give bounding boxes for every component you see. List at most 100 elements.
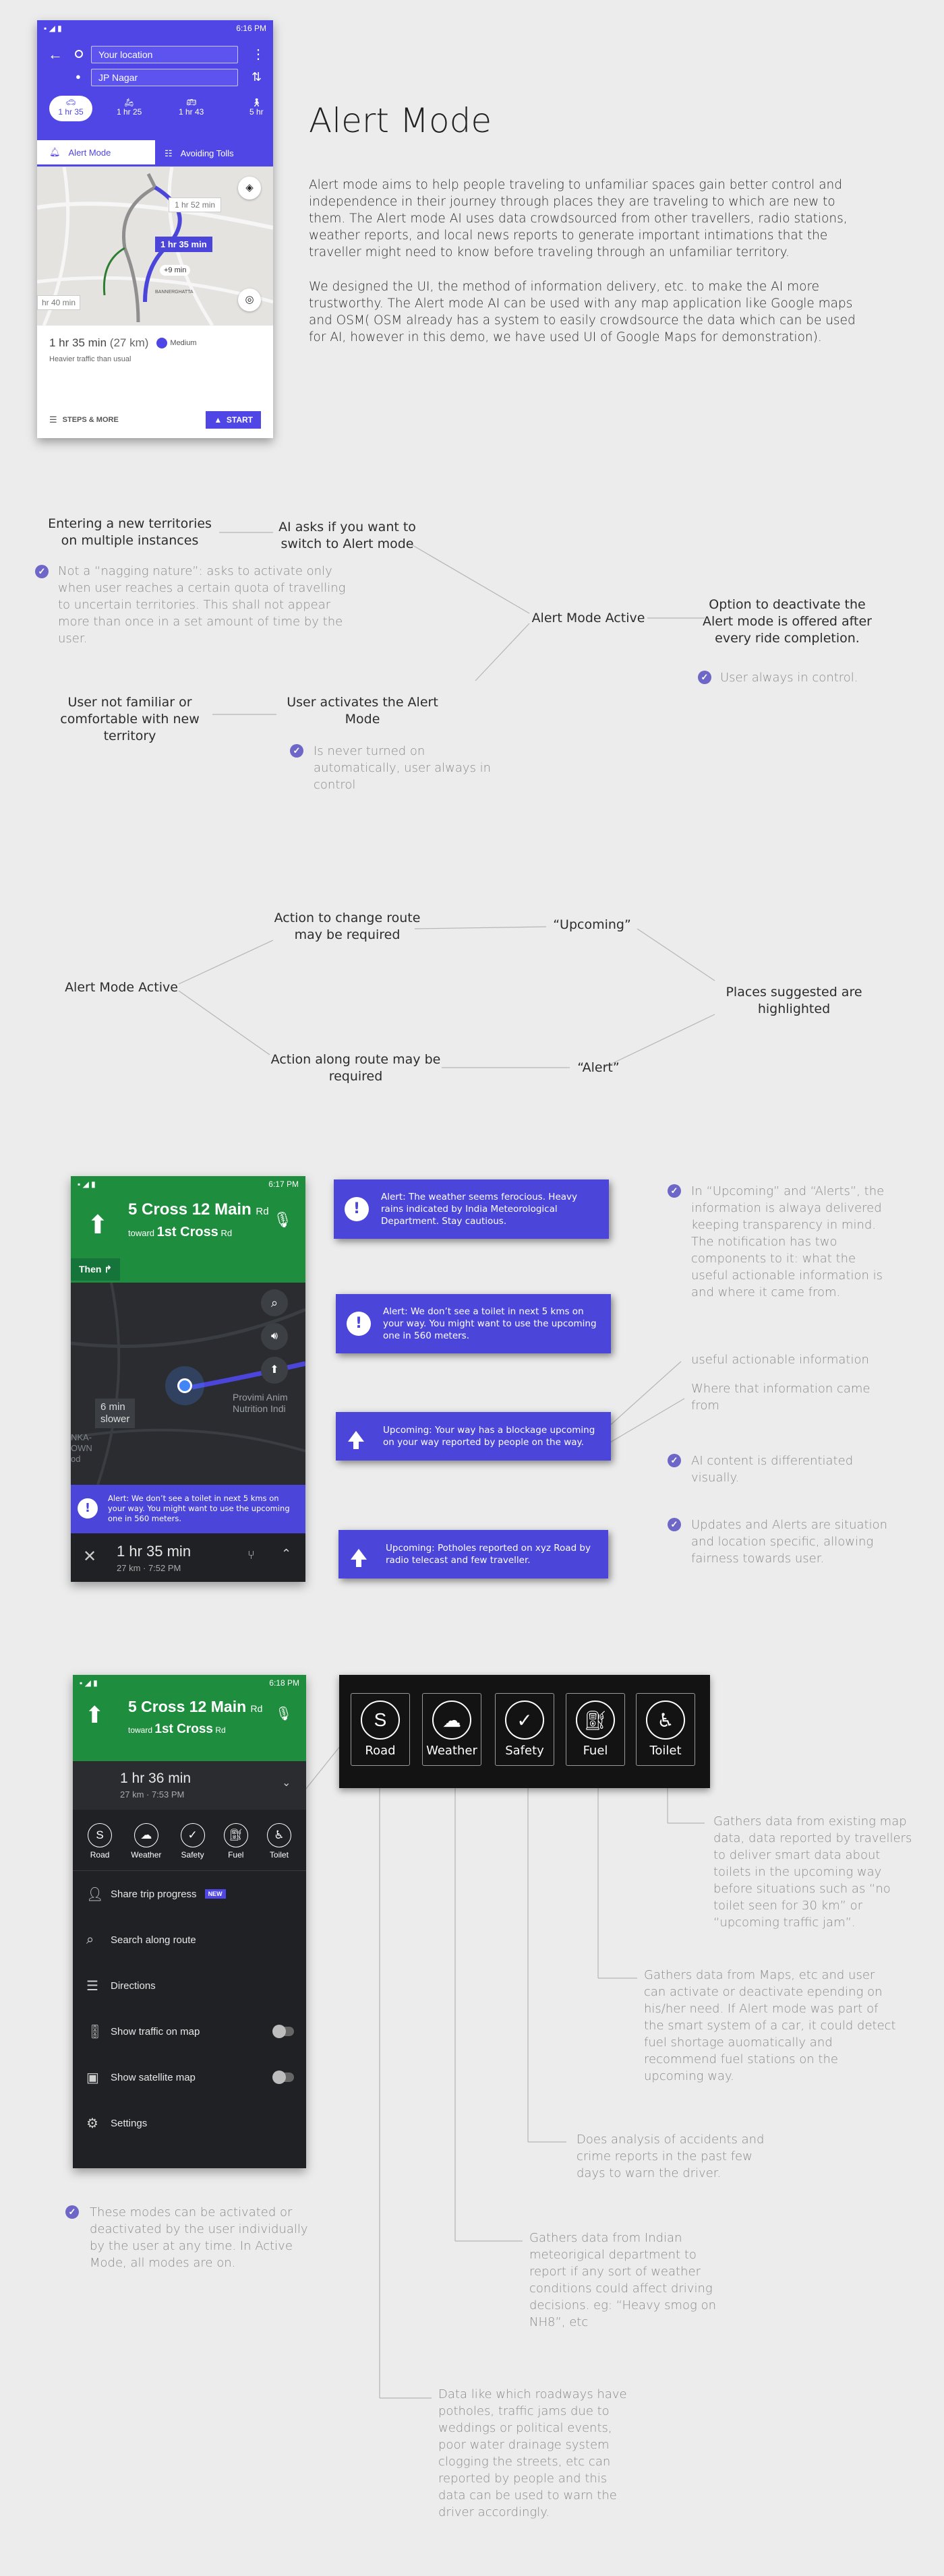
phone-navigation-screen: ▪ ◢ ▮ 6:17 PM ⬆ 5 Cross 12 Main Rd toward…	[71, 1176, 305, 1582]
mode-toilet[interactable]: ♿︎ Toilet	[636, 1693, 695, 1766]
mode-walk[interactable]: 🚶︎ 5 hr	[249, 98, 264, 117]
destination-input[interactable]: JP Nagar	[91, 69, 238, 86]
mode-car-time: 1 hr 35	[58, 107, 84, 117]
flow1-note-nagging: Not a “nagging nature”: asks to activate…	[58, 564, 346, 646]
alert-card-weather[interactable]: ! Alert: The weather seems ferocious. Hea…	[334, 1179, 609, 1239]
note-modes-toggle: These modes can be activated or deactiva…	[90, 2205, 308, 2270]
route-summary[interactable]: 1 hr 35 min (27 km) Medium Heavier traff…	[37, 326, 273, 363]
origin-input[interactable]: Your location	[91, 46, 238, 63]
nav-toward: toward 1st Cross Rd	[128, 1722, 226, 1737]
start-button[interactable]: ▲ START	[206, 411, 261, 429]
volume-icon[interactable]: 🔊︎	[261, 1323, 288, 1350]
mode-transit[interactable]: 🚌︎ 1 hr 43	[179, 98, 204, 117]
steps-more-button[interactable]: STEPS & MORE	[63, 416, 119, 424]
layers-icon[interactable]: ◈	[238, 177, 261, 200]
route-map[interactable]: 1 hr 52 min 1 hr 35 min +9 min hr 40 min…	[37, 167, 273, 326]
check-icon: ✓	[65, 2205, 79, 2219]
note-toilet: Gathers data from existing map data, dat…	[713, 1814, 912, 1930]
traffic-toggle[interactable]	[272, 2025, 294, 2038]
route-left-label: hr 40 min	[37, 295, 81, 310]
nav-street: 5 Cross 12 Main Rd	[128, 1698, 262, 1716]
eta-panel[interactable]: 1 hr 36 min 27 km · 7:53 PM ⌄	[73, 1761, 306, 1810]
menu-search-route[interactable]: ⌕ Search along route	[73, 1917, 306, 1963]
flow1-node-new-territories: Entering a new territories on multiple i…	[48, 516, 212, 548]
route-header: ▪ ◢ ▮ 6:16 PM ← Your location ⋮ ● JP Naga…	[37, 20, 273, 140]
check-icon: ✓	[668, 1184, 681, 1198]
mic-icon[interactable]: 🎙︎	[275, 1705, 292, 1722]
mini-mode-road[interactable]: S Road	[88, 1823, 113, 1860]
menu-directions[interactable]: ☰ Directions	[73, 1963, 306, 2008]
summary-badge: Medium	[170, 339, 197, 347]
chevron-down-icon[interactable]: ⌄	[282, 1776, 291, 1789]
menu-search-label: Search along route	[111, 1934, 196, 1946]
flow1-note-control: User always in control.	[720, 671, 858, 685]
mode-car[interactable]: 🚗︎ 1 hr 35	[49, 96, 92, 121]
close-icon[interactable]: ✕	[83, 1547, 96, 1566]
alert-card-toilet[interactable]: ! Alert: We don’t see a toilet in next 5 …	[336, 1294, 611, 1353]
alt-routes-icon[interactable]: ⑂	[247, 1548, 255, 1562]
mode-safety[interactable]: ✓ Safety	[495, 1693, 554, 1766]
nav-toward-suffix: Rd	[215, 1725, 226, 1735]
menu-traffic-label: Show traffic on map	[111, 2025, 200, 2037]
menu-settings-label: Settings	[111, 2117, 148, 2129]
mode-road[interactable]: S Road	[351, 1693, 410, 1766]
mic-icon[interactable]: 🎙︎	[273, 1211, 292, 1229]
straight-arrow-icon: ⬆	[87, 1211, 109, 1239]
upcoming-card-blockage[interactable]: Upcoming: Your way has a blockage upcomi…	[336, 1412, 611, 1461]
search-icon[interactable]: ⌕	[261, 1289, 288, 1316]
edge-1: NKA-	[71, 1432, 92, 1442]
my-location-icon[interactable]: ◎	[238, 288, 261, 311]
straight-arrow-icon: ⬆	[85, 1703, 105, 1728]
slower-bottom: slower	[100, 1413, 130, 1425]
note-road: Data like which roadways have potholes, …	[438, 2387, 627, 2519]
mode-weather[interactable]: ☁ Weather	[422, 1693, 481, 1766]
flow2-node-change-route: Action to change route may be required	[274, 911, 421, 942]
nav-toward-street: 1st Cross	[154, 1722, 213, 1736]
nav-street-suffix: Rd	[250, 1703, 263, 1714]
mode-fuel[interactable]: ⛽︎ Fuel	[566, 1693, 625, 1766]
fuel-icon: ⛽︎	[576, 1700, 615, 1740]
nav-map[interactable]: 6 min slower Provimi Anim Nutrition Indi …	[71, 1283, 305, 1485]
nav-toward-label: toward	[128, 1725, 153, 1735]
compass-icon[interactable]: ⬆	[261, 1357, 288, 1384]
origin-text: Your location	[98, 49, 153, 60]
flow2-node-places: Places suggested are highlighted	[726, 985, 862, 1016]
mini-mode-weather[interactable]: ☁ Weather	[131, 1823, 161, 1860]
mini-mode-toilet[interactable]: ♿︎ Toilet	[266, 1823, 291, 1860]
more-vert-icon[interactable]: ⋮	[252, 46, 265, 63]
nav-eta-sub: 27 km · 7:52 PM	[117, 1563, 181, 1573]
flow2-node-active: Alert Mode Active	[65, 980, 178, 995]
slower-top: 6 min	[100, 1401, 125, 1413]
nav-bottom-bar: ✕ 1 hr 35 min 27 km · 7:52 PM ⑂ ⌃	[71, 1533, 305, 1582]
menu-traffic[interactable]: 🚦︎ Show traffic on map	[73, 2008, 306, 2054]
safety-icon: ✓	[505, 1700, 544, 1740]
back-arrow-icon[interactable]: ←	[48, 46, 63, 63]
mini-mode-safety[interactable]: ✓ Safety	[180, 1823, 205, 1860]
menu-share-trip[interactable]: 👤︎ Share trip progress NEW	[73, 1871, 306, 1917]
flow1-node-deactivate: Option to deactivate the Alert mode is o…	[703, 597, 872, 646]
nav-alert-banner[interactable]: ! Alert: We don’t see a toilet in next 5…	[71, 1485, 305, 1533]
tab-avoiding-tolls[interactable]: ☷ Avoiding Tolls	[155, 140, 273, 166]
menu-satellite[interactable]: ▣ Show satellite map	[73, 2054, 306, 2100]
note-transparency: In “Upcoming” and “Alerts”, the informat…	[691, 1184, 885, 1299]
eta-time: 1 hr 36 min	[120, 1771, 191, 1786]
note-fairness: Updates and Alerts are situation and loc…	[691, 1518, 888, 1566]
mode-bike[interactable]: 🛵︎ 1 hr 25	[117, 98, 142, 117]
car-icon: 🚗︎	[65, 98, 76, 107]
satellite-toggle[interactable]	[272, 2071, 294, 2084]
weather-icon: ☁	[134, 1823, 158, 1847]
phone-modes-screen: ▪ ◢ ▮ 6:18 PM ⬆ 5 Cross 12 Main Rd toward…	[73, 1675, 306, 2168]
chevron-up-icon[interactable]: ⌃	[281, 1547, 291, 1561]
swap-icon[interactable]: ⇅	[252, 70, 262, 84]
upcoming-card-potholes[interactable]: Upcoming: Potholes reported on xyz Road …	[338, 1530, 608, 1578]
weather-icon: ☁	[432, 1700, 471, 1740]
road-icon: S	[88, 1823, 113, 1847]
status-icons: ▪ ◢ ▮	[44, 24, 62, 33]
tab-alert-mode[interactable]: 🔔︎ Alert Mode	[37, 140, 155, 166]
menu-settings[interactable]: ⚙ Settings	[73, 2100, 306, 2146]
destination-pin-icon: ●	[76, 71, 81, 82]
menu-share-label: Share trip progress	[111, 1888, 197, 1900]
traffic-note: Heavier traffic than usual	[49, 355, 131, 363]
mini-mode-fuel[interactable]: ⛽︎ Fuel	[223, 1823, 248, 1860]
nav-street-text: 5 Cross 12 Main	[128, 1200, 252, 1219]
